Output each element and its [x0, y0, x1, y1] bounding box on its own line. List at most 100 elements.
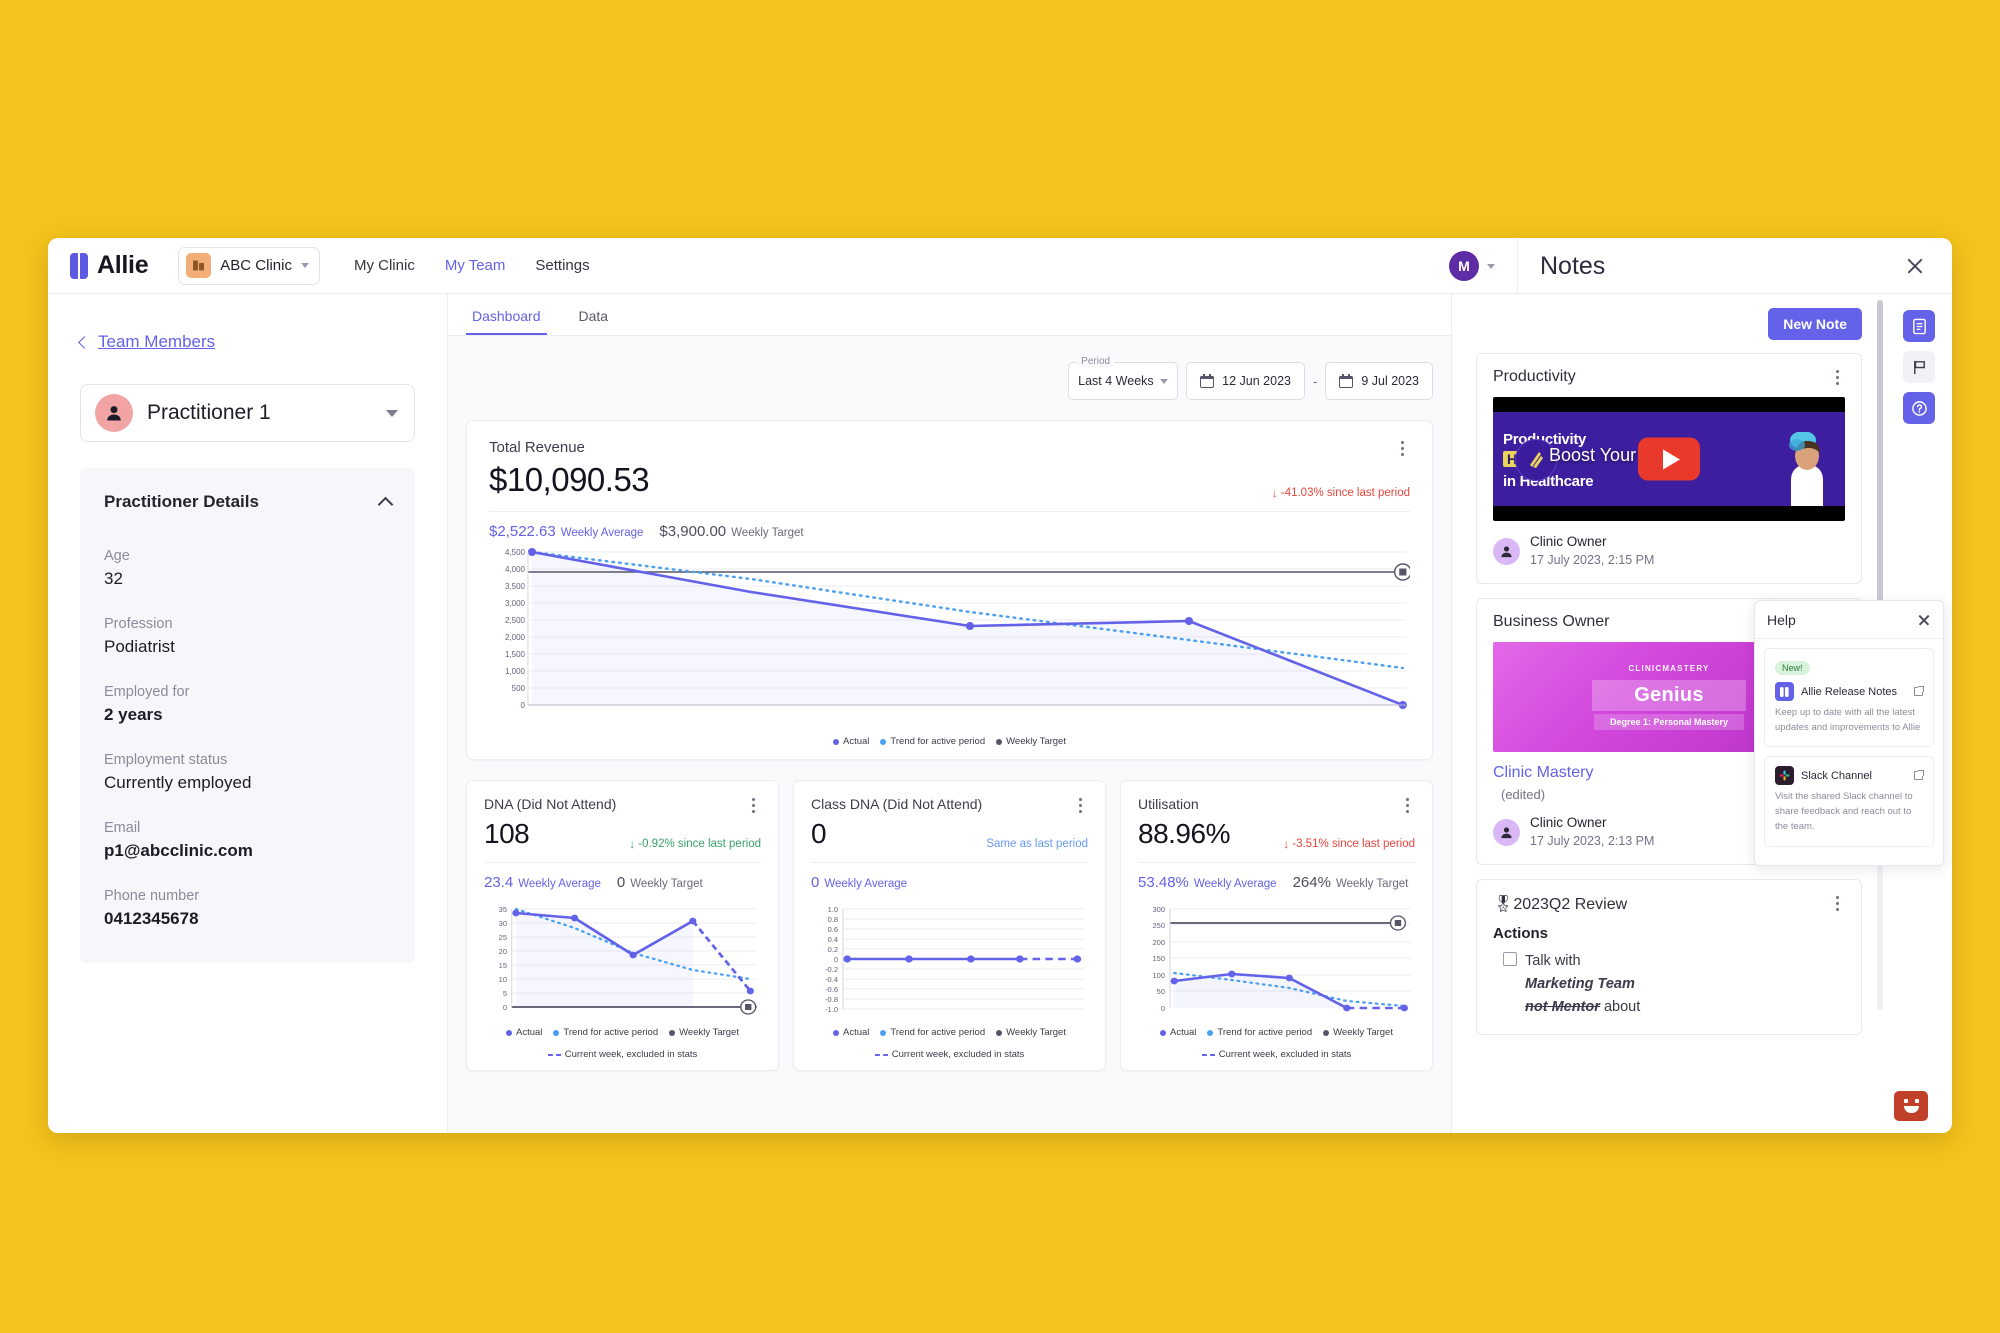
- person-icon: [95, 394, 133, 432]
- weekly-average-value: 53.48%: [1138, 874, 1189, 891]
- legend-current-week: Current week, excluded in stats: [547, 1049, 698, 1060]
- new-note-button[interactable]: New Note: [1768, 308, 1862, 340]
- date-to-input[interactable]: 9 Jul 2023: [1325, 362, 1433, 400]
- tab-data[interactable]: Data: [573, 308, 615, 335]
- legend-actual: Actual: [833, 736, 869, 747]
- note-author-row: Clinic Owner 17 July 2023, 2:15 PM: [1493, 533, 1845, 569]
- detail-field-phone: Phone number 0412345678: [104, 888, 391, 929]
- checkbox[interactable]: [1503, 952, 1517, 966]
- card-header: Utilisation: [1138, 796, 1415, 814]
- note-timestamp: 17 July 2023, 2:15 PM: [1530, 553, 1655, 567]
- weekly-target-value: $3,900.00: [659, 523, 727, 540]
- breadcrumb-label: Team Members: [98, 332, 216, 351]
- practitioner-details-header[interactable]: Practitioner Details: [104, 492, 394, 512]
- video-person-image: [1789, 432, 1823, 506]
- detail-field-employed-for: Employed for 2 years: [104, 684, 391, 725]
- close-help-icon[interactable]: [1917, 613, 1931, 627]
- legend-actual: Actual: [833, 1027, 869, 1038]
- rail-notes-icon[interactable]: [1903, 310, 1935, 342]
- video-thumbnail[interactable]: Productivity Hacks in Healthcare Boost Y…: [1493, 397, 1845, 521]
- card-menu-icon[interactable]: [1394, 439, 1410, 457]
- dna-card: DNA (Did Not Attend) 108 ↓ -0.92% since …: [466, 780, 779, 1071]
- weekly-target-value: 264%: [1292, 874, 1331, 891]
- legend-label: Current week, excluded in stats: [1218, 1049, 1352, 1060]
- help-item-row: Allie Release Notes: [1775, 682, 1924, 701]
- nav-my-clinic[interactable]: My Clinic: [354, 257, 415, 274]
- weekly-average-label: Weekly Average: [824, 878, 908, 890]
- chevron-down-icon: [1160, 378, 1169, 384]
- detail-field-age: Age 32: [104, 548, 391, 589]
- weekly-average-value: 23.4: [484, 874, 514, 891]
- note-menu-icon[interactable]: [1829, 894, 1845, 912]
- legend-label: Actual: [843, 736, 870, 747]
- note-timestamp: 17 July 2023, 2:13 PM: [1530, 834, 1655, 848]
- utilisation-chart-legend: Actual Trend for active period Weekly Ta…: [1138, 1027, 1415, 1060]
- close-notes-icon[interactable]: [1904, 255, 1926, 277]
- legend-label: Current week, excluded in stats: [891, 1049, 1025, 1060]
- clinic-mastery-logo: CLINICMASTERY: [1628, 664, 1710, 673]
- card-menu-icon[interactable]: [745, 796, 761, 814]
- card-header: Class DNA (Did Not Attend): [811, 796, 1088, 814]
- weekly-average-label: Weekly Average: [560, 527, 644, 539]
- tab-dashboard[interactable]: Dashboard: [466, 308, 547, 335]
- weekly-average-value: 0: [811, 874, 820, 891]
- thumbnail-heading: Genius: [1592, 680, 1746, 711]
- legend-label: Current week, excluded in stats: [564, 1049, 698, 1060]
- nav-my-team[interactable]: My Team: [445, 257, 506, 274]
- legend-target: Weekly Target: [996, 1027, 1066, 1038]
- chevron-down-icon: [1487, 263, 1495, 269]
- nav-settings[interactable]: Settings: [535, 257, 589, 274]
- checklist-item: Talk with Marketing Team not Mentor abou…: [1493, 950, 1845, 1020]
- field-value: 32: [104, 569, 123, 588]
- weekly-average: 23.4 Weekly Average: [484, 874, 601, 891]
- arrow-down-icon: ↓: [1283, 837, 1290, 851]
- top-bar-right: M Notes: [1449, 238, 1952, 294]
- allie-logo-icon: [1775, 682, 1794, 701]
- breadcrumb[interactable]: Team Members: [78, 332, 415, 352]
- app-window: Allie ABC Clinic My Clinic My Team Setti…: [48, 238, 1952, 1133]
- note-section-title: Actions: [1493, 925, 1549, 942]
- play-button-icon[interactable]: [1638, 437, 1700, 481]
- weekly-average: 0 Weekly Average: [811, 874, 907, 891]
- notes-title: Notes: [1540, 251, 1606, 280]
- clinic-selector[interactable]: ABC Clinic: [178, 246, 320, 285]
- weekly-target: 0 Weekly Target: [617, 874, 703, 891]
- checklist-item-text: Talk with Marketing Team not Mentor abou…: [1525, 950, 1640, 1020]
- rail-flag-icon[interactable]: [1903, 351, 1935, 383]
- card-menu-icon[interactable]: [1399, 796, 1415, 814]
- card-submetrics: 53.48% Weekly Average 264% Weekly Target: [1138, 862, 1415, 891]
- app-logo[interactable]: Allie: [70, 251, 149, 280]
- chevron-down-icon: [300, 263, 309, 268]
- legend-current-week: Current week, excluded in stats: [1201, 1049, 1352, 1060]
- practitioner-selector[interactable]: Practitioner 1: [80, 384, 415, 442]
- card-value: $10,090.53: [489, 461, 650, 498]
- card-menu-icon[interactable]: [1072, 796, 1088, 814]
- note-title: Productivity: [1493, 368, 1576, 385]
- period-value: Last 4 Weeks: [1078, 374, 1154, 388]
- weekly-average: $2,522.63 Weekly Average: [489, 523, 643, 540]
- body-row: Team Members Practitioner 1 Practitioner…: [48, 294, 1952, 1133]
- help-item-release-notes[interactable]: New! Allie Release Notes Keep up to date…: [1764, 648, 1934, 748]
- card-value-row: 0 Same as last period: [811, 818, 1088, 850]
- weekly-target: $3,900.00 Weekly Target: [659, 523, 803, 540]
- note-menu-icon[interactable]: [1829, 368, 1845, 386]
- legend-current-week: Current week, excluded in stats: [874, 1049, 1025, 1060]
- period-legend-label: Period: [1077, 356, 1115, 367]
- date-from-input[interactable]: 12 Jun 2023: [1186, 362, 1305, 400]
- legend-label: Weekly Target: [1333, 1027, 1393, 1038]
- help-item-slack[interactable]: Slack Channel Visit the shared Slack cha…: [1764, 756, 1934, 847]
- person-icon: [1493, 818, 1520, 846]
- rail-help-icon[interactable]: [1903, 392, 1935, 424]
- external-link-icon: [1914, 686, 1924, 696]
- revenue-chart-legend: Actual Trend for active period Weekly Ta…: [489, 736, 1410, 747]
- chat-widget-button[interactable]: [1894, 1091, 1928, 1121]
- date-range-separator: -: [1312, 373, 1318, 389]
- card-header: DNA (Did Not Attend): [484, 796, 761, 814]
- dashboard-panel: Dashboard Data Period Last 4 Weeks 12 Ju…: [448, 294, 1451, 1133]
- card-delta: ↓ -41.03% since last period: [1272, 487, 1410, 499]
- class-dna-chart-legend: Actual Trend for active period Weekly Ta…: [811, 1027, 1088, 1060]
- period-select[interactable]: Period Last 4 Weeks: [1068, 356, 1179, 400]
- field-label: Age: [104, 548, 130, 564]
- user-menu[interactable]: M: [1449, 251, 1517, 281]
- field-value: 2 years: [104, 705, 163, 724]
